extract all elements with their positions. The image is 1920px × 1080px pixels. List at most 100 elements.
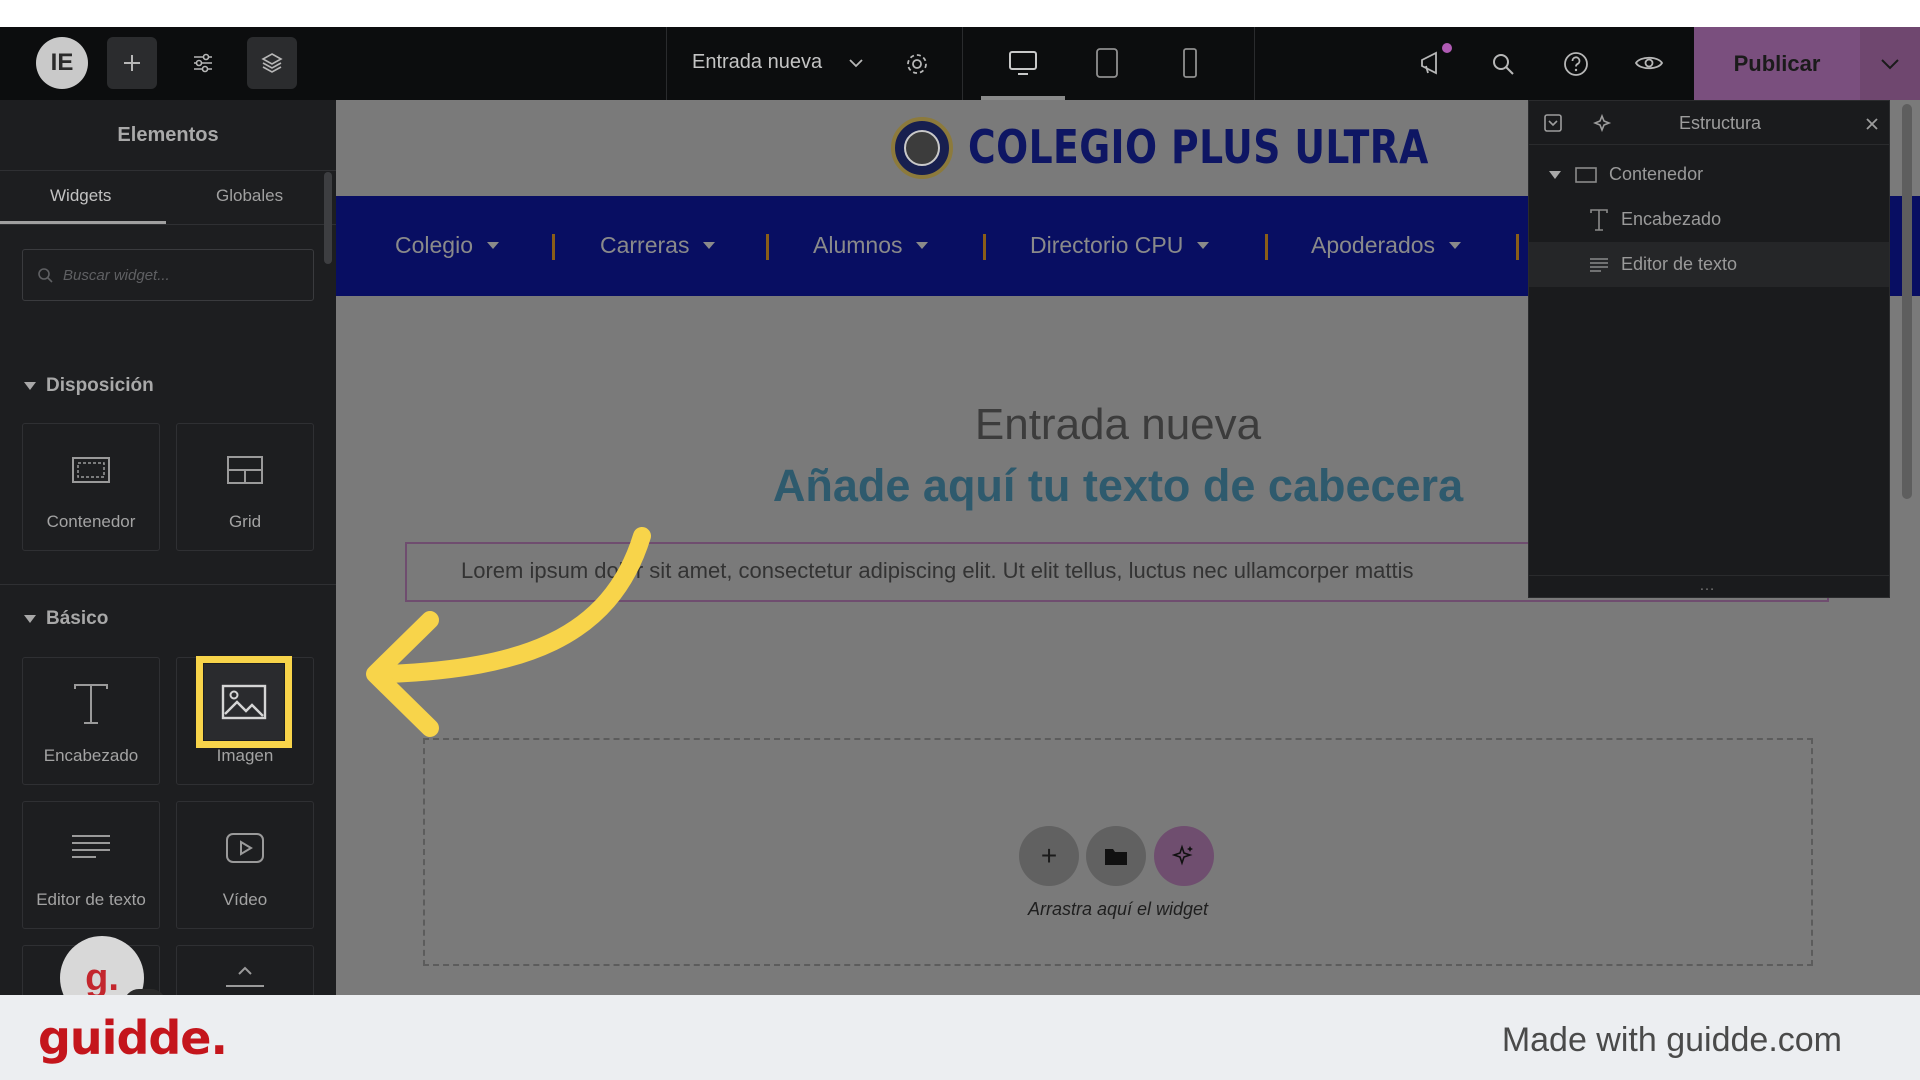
widget-label: Imagen — [216, 746, 274, 765]
widget-contenedor[interactable]: Contenedor — [22, 423, 160, 551]
close-icon[interactable] — [1865, 117, 1879, 131]
structure-title: Estructura — [1679, 113, 1762, 133]
widget-video[interactable]: Vídeo — [176, 801, 314, 929]
widget-label: Contenedor — [46, 512, 136, 531]
caret-down-icon — [916, 242, 929, 249]
highlight-box — [196, 656, 292, 748]
search-icon[interactable] — [1490, 51, 1516, 77]
megaphone-icon[interactable] — [1418, 49, 1446, 77]
guidde-logo: guidde. — [38, 1011, 228, 1065]
elementor-menu-button[interactable]: IE — [36, 37, 88, 89]
resize-handle[interactable]: … — [1699, 577, 1715, 595]
top-bar: IE Entrada nueva Publicar — [0, 27, 1920, 100]
structure-button[interactable] — [247, 37, 297, 89]
widget-label: Editor de texto — [36, 890, 146, 909]
publish-button[interactable]: Publicar — [1694, 27, 1860, 100]
site-brand: COLEGIO PLUS ULTRA — [968, 120, 1429, 174]
caret-down-icon — [1549, 170, 1561, 179]
divider-icon — [177, 964, 313, 995]
sparkle-icon — [1172, 844, 1193, 866]
structure-item-editor-de-texto[interactable]: Editor de texto — [1529, 242, 1889, 287]
divider — [962, 27, 963, 100]
elements-panel: Elementos Widgets Globales Buscar widget… — [0, 100, 336, 995]
divider — [666, 27, 667, 100]
widget-divider[interactable] — [176, 945, 314, 995]
structure-item-label: Encabezado — [1621, 209, 1722, 229]
container-icon — [1575, 166, 1597, 183]
panel-title: Elementos — [117, 124, 219, 146]
panel-scrollbar[interactable] — [324, 172, 332, 264]
widget-label: Encabezado — [43, 746, 139, 765]
search-icon — [38, 268, 53, 283]
widget-label: Grid — [228, 512, 262, 531]
caret-down-icon — [487, 242, 499, 249]
school-crest-logo — [891, 117, 953, 179]
sliders-icon — [194, 53, 212, 73]
structure-item-label: Contenedor — [1609, 164, 1704, 184]
widget-encabezado[interactable]: Encabezado — [22, 657, 160, 785]
structure-item-encabezado[interactable]: Encabezado — [1529, 197, 1889, 242]
guidde-footer: guidde. Made with guidde.com — [0, 995, 1920, 1080]
publish-options-button[interactable] — [1860, 27, 1920, 100]
gear-icon[interactable] — [904, 51, 930, 77]
section-basico[interactable]: Básico — [24, 608, 108, 630]
caret-down-icon — [703, 242, 716, 249]
tablet-icon[interactable] — [1094, 47, 1120, 79]
preview-eye-icon[interactable] — [1634, 52, 1664, 74]
desktop-icon[interactable] — [1008, 49, 1038, 77]
lorem-text: Lorem ipsum dolor sit amet, consectetur … — [461, 558, 1414, 583]
screenshot-stage: IE Entrada nueva Publicar Elementos Widg… — [0, 0, 1920, 1080]
nav-separator — [1265, 234, 1268, 260]
drop-zone-label: Arrastra aquí el widget — [1027, 899, 1209, 919]
caret-down-icon — [1197, 242, 1210, 249]
elementor-editor: IE Entrada nueva Publicar Elementos Widg… — [0, 27, 1920, 995]
structure-item-label: Editor de texto — [1621, 254, 1738, 274]
nav-separator — [983, 234, 986, 260]
nav-alumnos[interactable]: Alumnos — [813, 232, 929, 259]
widget-search-input[interactable]: Buscar widget... — [22, 249, 314, 301]
plus-icon — [124, 55, 140, 71]
nav-colegio[interactable]: Colegio — [395, 232, 499, 259]
caret-down-icon — [24, 382, 36, 390]
video-icon — [177, 826, 313, 870]
elementor-logo-icon: IE — [50, 49, 74, 76]
layers-icon — [261, 53, 283, 73]
text-editor-icon — [23, 826, 159, 870]
nav-apoderados[interactable]: Apoderados — [1311, 232, 1462, 259]
structure-header: Estructura — [1529, 101, 1889, 145]
made-with-text[interactable]: Made with guidde.com — [1502, 1021, 1842, 1060]
publish-label: Publicar — [1733, 50, 1821, 76]
widget-grid[interactable]: Grid — [176, 423, 314, 551]
add-template-button[interactable] — [1086, 826, 1146, 886]
help-icon[interactable] — [1562, 50, 1590, 78]
sparkle-icon[interactable] — [1593, 113, 1615, 135]
folder-icon — [1105, 849, 1127, 865]
nav-carreras[interactable]: Carreras — [600, 232, 716, 259]
widget-editor-de-texto[interactable]: Editor de texto — [22, 801, 160, 929]
section-label: Básico — [46, 608, 109, 629]
structure-item-contenedor[interactable]: Contenedor — [1529, 152, 1889, 197]
document-title[interactable]: Entrada nueva — [692, 51, 822, 74]
add-element-button[interactable] — [107, 37, 157, 89]
canvas-scrollbar[interactable] — [1902, 104, 1912, 499]
mobile-icon[interactable] — [1180, 47, 1200, 79]
chevron-down-icon[interactable] — [848, 57, 864, 69]
heading-icon — [1590, 208, 1608, 231]
nav-separator — [1516, 234, 1519, 260]
ai-generate-button[interactable] — [1154, 826, 1214, 886]
section-disposicion[interactable]: Disposición — [24, 375, 154, 397]
tab-globales[interactable]: Globales — [216, 186, 283, 206]
widget-label: Vídeo — [222, 890, 268, 909]
add-section-button[interactable]: + — [1019, 826, 1079, 886]
container-icon — [23, 448, 159, 492]
notification-dot — [1442, 43, 1452, 53]
nav-separator — [766, 234, 769, 260]
heading-icon — [23, 682, 159, 726]
collapse-all-icon[interactable] — [1543, 113, 1563, 133]
tab-widgets[interactable]: Widgets — [50, 186, 111, 206]
nav-directorio-cpu[interactable]: Directorio CPU — [1030, 232, 1210, 259]
site-settings-button[interactable] — [178, 37, 228, 89]
text-editor-icon — [1590, 257, 1608, 272]
grid-icon — [177, 448, 313, 492]
divider — [1254, 27, 1255, 100]
